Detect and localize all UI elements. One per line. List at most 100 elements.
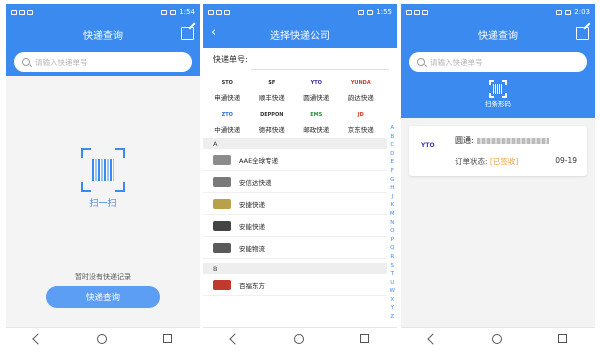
tracking-number-label: 快递单号: <box>213 55 248 64</box>
notification-icon <box>406 9 412 15</box>
nav-home-icon[interactable] <box>492 333 503 344</box>
scan-button[interactable] <box>81 148 125 192</box>
alphabet-letter[interactable]: M <box>390 210 395 219</box>
back-arrow-icon[interactable]: ‹ <box>211 25 216 40</box>
company-logo-icon: ZTO <box>221 112 233 118</box>
company-prefix: 圆通: <box>455 136 474 145</box>
nav-back-icon[interactable] <box>427 332 439 345</box>
alphabet-letter[interactable]: G <box>390 176 394 185</box>
alphabet-letter[interactable]: O <box>390 227 394 236</box>
alphabet-letter[interactable]: X <box>390 296 394 305</box>
notification-icon <box>224 9 230 15</box>
company-row[interactable]: 安能物流 <box>203 237 387 259</box>
alphabet-letter[interactable]: A <box>390 124 394 133</box>
popular-company[interactable]: DEPPON 德邦快递 <box>250 108 295 134</box>
company-row[interactable]: AAE全球专递 <box>203 149 387 171</box>
page-title: 快递查询 <box>83 30 123 42</box>
scan-barcode-button[interactable]: 扫条形码 <box>401 78 595 118</box>
company-name: 安能物流 <box>239 244 265 253</box>
alphabet-letter[interactable]: H <box>390 184 394 193</box>
barcode-icon <box>493 84 503 94</box>
company-list-area: 快递单号: STO 申通快递 SF 顺丰快递 YTO 圆通快递 YUNDA 韵达快递 ZTO 中通… <box>203 48 397 327</box>
record-date: 09-19 <box>555 156 577 165</box>
popular-company[interactable]: YUNDA 韵达快递 <box>339 76 384 102</box>
popular-company[interactable]: JD 京东快递 <box>339 108 384 134</box>
notification-icon <box>208 9 214 15</box>
content-area: 扫一扫 暂时没有快递记录 快递查询 <box>6 76 200 327</box>
alphabet-letter[interactable]: Z <box>390 313 394 322</box>
alphabet-letter[interactable]: F <box>391 167 394 176</box>
nav-back-icon[interactable] <box>32 332 44 345</box>
notification-icon <box>11 9 17 15</box>
yto-logo-icon: YTO <box>421 142 435 149</box>
status-bar: 2:03 <box>401 4 595 20</box>
search-input[interactable]: 请输入快递单号 <box>14 52 192 72</box>
alphabet-letter[interactable]: W <box>390 287 395 296</box>
search-input[interactable]: 请输入快递单号 <box>409 52 587 72</box>
status-right: 2:03 <box>556 8 590 16</box>
edit-icon[interactable] <box>576 27 589 40</box>
edit-icon[interactable] <box>181 27 194 40</box>
alphabet-letter[interactable]: U <box>390 279 394 288</box>
alphabet-letter[interactable]: B <box>390 133 394 142</box>
search-icon <box>417 58 425 66</box>
status-bar: 1:54 <box>6 4 200 20</box>
battery-icon <box>170 9 177 15</box>
notification-icon <box>414 9 420 15</box>
company-row[interactable]: 安信达快递 <box>203 171 387 193</box>
company-row[interactable]: 百福东方 <box>203 274 387 296</box>
empty-state-text: 暂时没有快递记录 <box>75 273 131 281</box>
nav-home-icon[interactable] <box>97 333 108 344</box>
signal-icon <box>556 9 563 15</box>
notification-icon <box>27 9 33 15</box>
nav-recent-icon[interactable] <box>558 334 568 343</box>
alphabet-letter[interactable]: S <box>391 262 395 271</box>
scan-corner <box>115 148 125 158</box>
alphabet-letter[interactable]: P <box>391 236 394 245</box>
company-name: 京东快递 <box>347 126 374 134</box>
company-logo-icon <box>213 279 231 290</box>
alphabet-letter[interactable]: T <box>391 270 394 279</box>
screen-query-empty: 1:54 快递查询 请输入快递单号 扫一扫 暂时没有快递记录 快递查询 <box>6 4 200 349</box>
nav-recent-icon[interactable] <box>360 334 370 343</box>
company-name: 圆通快递 <box>303 94 330 102</box>
status-right: 1:54 <box>161 8 195 16</box>
nav-recent-icon[interactable] <box>163 334 173 343</box>
nav-home-icon[interactable] <box>294 333 305 344</box>
query-button[interactable]: 快递查询 <box>46 286 160 308</box>
alphabet-letter[interactable]: D <box>390 150 394 159</box>
status-time: 1:55 <box>376 8 392 16</box>
alphabet-letter[interactable]: Y <box>391 304 394 313</box>
company-logo-icon: STO <box>221 80 233 86</box>
tracking-record-card[interactable]: YTO 圆通: 订单状态: [已签收] 09-19 <box>409 126 587 176</box>
company-row[interactable]: 安捷快递 <box>203 193 387 215</box>
popular-company[interactable]: EMS 邮政快递 <box>294 108 339 134</box>
alphabet-letter[interactable]: J <box>391 193 393 202</box>
company-logo-icon: EMS <box>310 112 323 118</box>
company-row[interactable]: 安能快递 <box>203 215 387 237</box>
company-logo-icon: YTO <box>310 80 322 86</box>
popular-company[interactable]: STO 申通快递 <box>205 76 250 102</box>
company-logo-icon: SF <box>268 80 276 86</box>
scan-label[interactable]: 扫一扫 <box>6 196 200 209</box>
popular-company[interactable]: ZTO 中通快递 <box>205 108 250 134</box>
redacted-tracking-number <box>476 137 549 144</box>
system-nav-bar <box>203 327 397 349</box>
alphabet-letter[interactable]: Q <box>390 244 394 253</box>
alphabet-letter[interactable]: E <box>391 158 394 167</box>
company-list: A AAE全球专递 安信达快递 安捷快递 安能快递 安能物流 B 百福东方 <box>203 138 387 296</box>
alphabet-letter[interactable]: K <box>390 201 394 210</box>
page-title: 选择快递公司 <box>270 30 330 42</box>
system-nav-bar <box>401 327 595 349</box>
notification-icons <box>406 9 428 15</box>
popular-company[interactable]: SF 顺丰快递 <box>250 76 295 102</box>
alphabet-letter[interactable]: N <box>390 219 394 228</box>
alphabet-letter[interactable]: R <box>390 253 394 262</box>
nav-back-icon[interactable] <box>229 332 241 345</box>
screen-query-result: 2:03 快递查询 请输入快递单号 扫条形码 YTO 圆通: 订单状态: [已签… <box>401 4 595 349</box>
popular-company[interactable]: YTO 圆通快递 <box>294 76 339 102</box>
alphabet-index[interactable]: ABCDEFGHJKMNOPQRSTUWXYZ <box>390 124 395 322</box>
company-logo-icon: JD <box>357 112 364 118</box>
notification-icon <box>19 9 25 15</box>
alphabet-letter[interactable]: C <box>390 141 394 150</box>
